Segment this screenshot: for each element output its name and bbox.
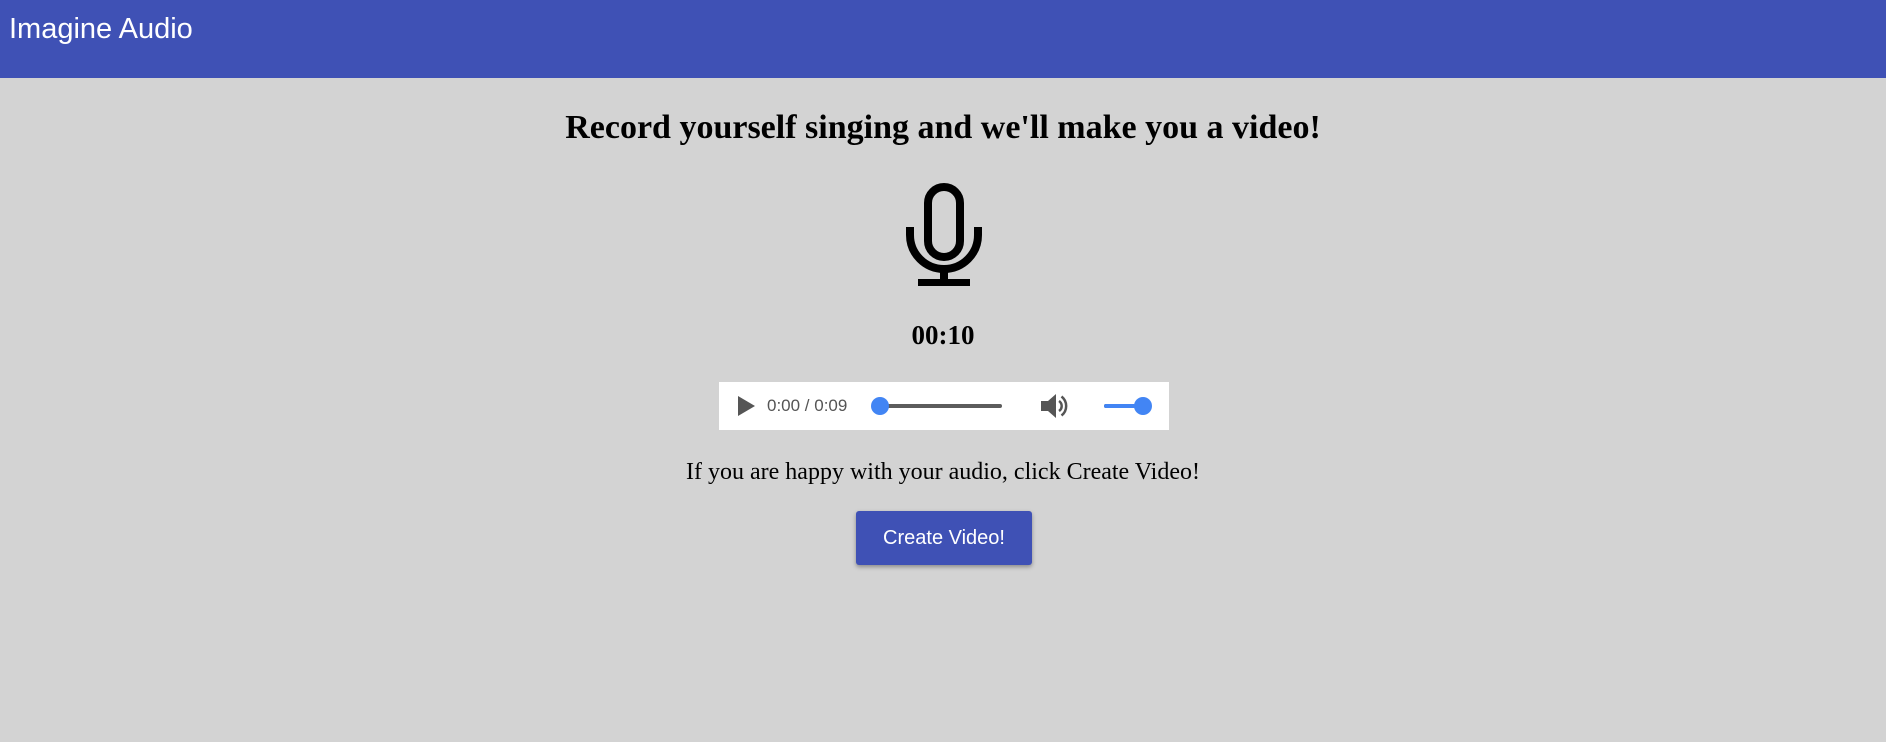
main-content: Record yourself singing and we'll make y… bbox=[0, 78, 1886, 742]
app-bar: Imagine Audio bbox=[0, 0, 1886, 78]
microphone-icon[interactable] bbox=[904, 179, 984, 291]
instruction-text: If you are happy with your audio, click … bbox=[686, 459, 1200, 485]
volume-icon[interactable] bbox=[1038, 391, 1070, 421]
recording-timer: 00:10 bbox=[911, 320, 975, 350]
volume-thumb[interactable] bbox=[1134, 397, 1152, 415]
volume-slider[interactable] bbox=[1104, 397, 1152, 415]
create-video-button[interactable]: Create Video! bbox=[856, 511, 1032, 565]
play-icon[interactable] bbox=[731, 392, 759, 420]
audio-player[interactable]: 0:00 / 0:09 bbox=[719, 382, 1169, 430]
app-title: Imagine Audio bbox=[9, 13, 193, 45]
progress-slider[interactable] bbox=[871, 397, 1002, 415]
time-display: 0:00 / 0:09 bbox=[767, 396, 848, 415]
progress-thumb[interactable] bbox=[871, 397, 889, 415]
page-heading: Record yourself singing and we'll make y… bbox=[565, 109, 1321, 146]
